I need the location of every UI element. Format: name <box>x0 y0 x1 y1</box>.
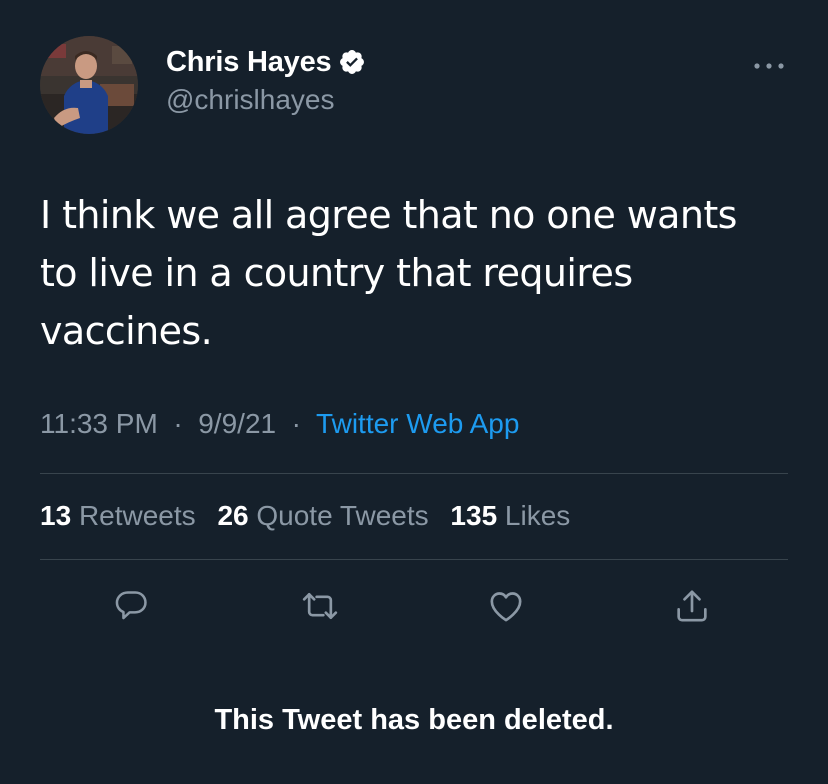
meta-separator: · <box>165 408 191 439</box>
tweet-text-line: vaccines. <box>40 309 213 353</box>
retweets-count: 13 <box>40 500 72 531</box>
tweet-text-line: I think we all agree that no one wants <box>40 193 737 237</box>
retweets-label: Retweets <box>78 500 196 531</box>
divider <box>40 473 788 474</box>
like-icon <box>490 592 522 622</box>
verified-badge-icon <box>338 48 366 76</box>
likes-count: 135 <box>450 500 498 531</box>
quote-tweets-count: 26 <box>217 500 249 531</box>
likes-stat[interactable]: 135 Likes <box>450 500 570 531</box>
retweets-stat[interactable]: 13 Retweets <box>40 500 196 531</box>
tweet-date[interactable]: 9/9/21 <box>198 408 276 439</box>
tweet-detail: Chris Hayes @chrislhayes I think we all … <box>0 0 828 784</box>
share-icon <box>677 590 707 622</box>
display-name[interactable]: Chris Hayes <box>166 46 332 79</box>
reply-button[interactable] <box>112 586 152 626</box>
quote-tweets-label: Quote Tweets <box>256 500 429 531</box>
quote-tweets-stat[interactable]: 26 Quote Tweets <box>217 500 428 531</box>
tweet-time[interactable]: 11:33 PM <box>40 408 158 439</box>
deleted-notice: This Tweet has been deleted. <box>214 704 614 736</box>
divider <box>40 559 788 560</box>
reply-icon <box>115 591 147 620</box>
meta-separator: · <box>283 408 309 439</box>
retweet-button[interactable] <box>300 586 340 626</box>
more-options-icon[interactable] <box>752 58 786 69</box>
like-button[interactable] <box>486 586 526 626</box>
share-button[interactable] <box>672 586 712 626</box>
avatar[interactable] <box>40 36 138 134</box>
user-handle[interactable]: @chrislhayes <box>166 84 334 116</box>
engagement-stats: 13 Retweets 26 Quote Tweets 135 Likes <box>40 500 584 532</box>
tweet-source-link[interactable]: Twitter Web App <box>316 408 519 439</box>
action-bar <box>0 586 828 626</box>
tweet-text-line: to live in a country that requires <box>40 251 633 295</box>
tweet-text: I think we all agree that no one wants t… <box>40 186 800 360</box>
tweet-metadata: 11:33 PM · 9/9/21 · Twitter Web App <box>40 408 519 440</box>
likes-label: Likes <box>504 500 571 531</box>
author-name-row[interactable]: Chris Hayes <box>166 44 366 80</box>
retweet-icon <box>302 593 338 619</box>
